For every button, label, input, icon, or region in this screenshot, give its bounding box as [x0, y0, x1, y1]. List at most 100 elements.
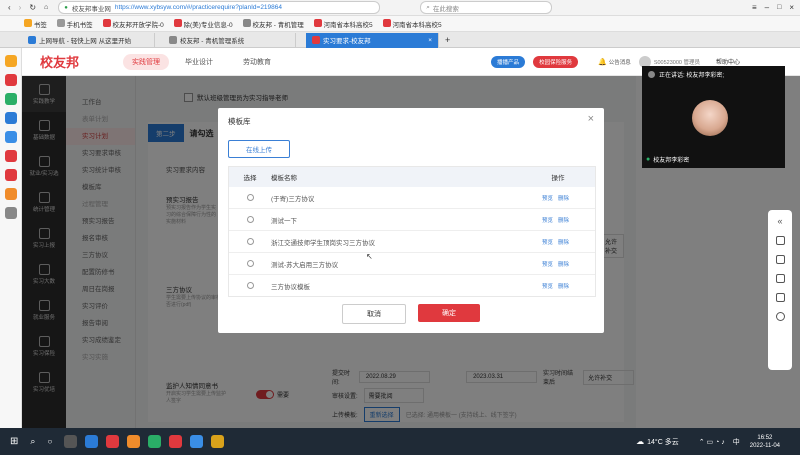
preview-link[interactable]: 预览 [542, 194, 553, 202]
taskbar-app-icon[interactable] [211, 435, 225, 448]
logo: 校友邦 [40, 55, 80, 70]
taskbar-app-icon[interactable] [169, 435, 183, 448]
home-icon[interactable]: ⌂ [44, 4, 48, 11]
template-library-modal: 模板库 × 在线上传 选择 模板名称 操作 (于寄)三方协议 预览 删除 测试一下… [218, 108, 604, 333]
weather-text[interactable]: 14°C 多云 [647, 437, 679, 447]
wechat-icon[interactable] [4, 93, 17, 105]
task-view-icon[interactable]: ○ [47, 437, 52, 446]
tab-practice-require[interactable]: 实习要求-校友邦 × [306, 32, 439, 48]
edit-icon[interactable] [775, 274, 785, 283]
forward-icon[interactable]: › [19, 3, 22, 12]
nav-labor[interactable]: 劳动教育 [243, 57, 271, 67]
tab-xyb-admin[interactable]: 校友邦 - 青机管理系统 [163, 32, 296, 48]
start-icon[interactable]: ⊞ [10, 436, 18, 447]
row-radio[interactable] [246, 282, 254, 289]
taskbar-app-icon[interactable] [85, 435, 99, 448]
clock-date: 2022-11-04 [749, 442, 780, 449]
notice-bell-icon[interactable]: 🔔 [598, 58, 607, 66]
template-name: 测试一下 [271, 217, 297, 225]
delete-link[interactable]: 删除 [558, 194, 569, 202]
table-row[interactable]: 三方协议模板 预览 删除 [229, 275, 595, 296]
nav-graduation[interactable]: 毕业设计 [185, 57, 213, 67]
bookmark-item[interactable]: 手机书签 [56, 18, 93, 29]
app-icon[interactable] [4, 207, 17, 219]
phone-icon[interactable] [775, 255, 785, 264]
preview-link[interactable]: 预览 [542, 260, 553, 268]
browser-titlebar: ‹ › ↻ ⌂ ● 校友邦事业网 https://www.xybsyw.com/… [0, 0, 800, 16]
row-radio[interactable] [246, 216, 254, 223]
tab-nav[interactable]: 上网导航 - 轻快上网 从这里开始 [22, 32, 155, 48]
headset-icon[interactable] [775, 236, 785, 245]
cancel-button[interactable]: 取消 [342, 304, 406, 324]
table-row[interactable]: 浙江交通技师学生顶岗实习三方协议 预览 删除 [229, 231, 595, 253]
row-radio[interactable] [246, 194, 254, 201]
chat-icon[interactable] [775, 293, 785, 302]
table-row[interactable]: (于寄)三方协议 预览 删除 [229, 187, 595, 209]
browser-tabs: 上网导航 - 轻快上网 从这里开始 校友邦 - 青机管理系统 实习要求-校友邦 ×… [0, 32, 800, 48]
modal-title: 模板库 [228, 117, 251, 126]
bookmark-item[interactable]: 除(美)专业信息-0 [173, 18, 233, 29]
delete-link[interactable]: 删除 [558, 282, 569, 290]
col-name: 模板名称 [271, 175, 297, 182]
user-name[interactable]: S00523000 管理员 [654, 58, 700, 66]
speaking-title: 正在讲话: 校友邦李彩密; [659, 72, 725, 79]
new-tab-icon[interactable]: + [445, 35, 450, 45]
confirm-button[interactable]: 确定 [418, 304, 480, 322]
search-icon: ⌕ [426, 3, 430, 11]
help-center[interactable]: 帮助中心 [716, 57, 740, 66]
heart-icon[interactable] [775, 312, 785, 321]
cloud-icon[interactable] [4, 131, 17, 143]
address-bar[interactable]: ● 校友邦事业网 https://www.xybsyw.com/#/practi… [58, 1, 381, 14]
nav-practice[interactable]: 实践管理 [123, 53, 170, 70]
taskbar-app-icon[interactable] [64, 435, 78, 448]
preview-link[interactable]: 预览 [542, 216, 553, 224]
right-toolbar: « [768, 210, 792, 370]
pill-products[interactable]: 播播产品 [491, 55, 526, 68]
delete-link[interactable]: 删除 [558, 260, 569, 268]
bookmark-item[interactable]: 河南省本科高校5 [382, 18, 442, 29]
tray-icons[interactable]: ⌃ ▭ ◔ ♪ [699, 438, 725, 446]
side-dock [0, 48, 22, 428]
collapse-icon[interactable]: « [768, 216, 792, 226]
bookmark-item[interactable]: 校友邦开放学院-0 [102, 18, 164, 29]
back-icon[interactable]: ‹ [8, 3, 11, 12]
notice-link[interactable]: 公告消息 [609, 58, 631, 66]
search-placeholder: 在此搜索 [432, 5, 459, 13]
pdf-icon[interactable] [4, 169, 17, 181]
delete-link[interactable]: 删除 [558, 216, 569, 224]
delete-link[interactable]: 删除 [558, 238, 569, 246]
row-radio[interactable] [246, 238, 254, 245]
search-icon[interactable]: ⌕ [30, 436, 35, 447]
close-icon[interactable]: × [789, 3, 794, 12]
preview-link[interactable]: 预览 [542, 238, 553, 246]
app-icon[interactable] [4, 74, 17, 86]
favorites-icon[interactable] [4, 55, 17, 67]
bookmark-item[interactable]: 书签 [24, 18, 47, 29]
preview-link[interactable]: 预览 [542, 282, 553, 290]
mic-icon: ● [646, 156, 651, 163]
pill-insurance[interactable]: 校园保险服务 [533, 55, 579, 68]
app-icon[interactable] [4, 188, 17, 200]
row-radio[interactable] [246, 260, 254, 267]
online-upload-button[interactable]: 在线上传 [228, 140, 290, 158]
modal-close-icon[interactable]: × [588, 113, 594, 125]
reload-icon[interactable]: ↻ [29, 3, 36, 12]
minimize-icon[interactable]: – [765, 3, 769, 12]
browser-search[interactable]: ⌕ 在此搜索 [420, 1, 553, 14]
app-icon[interactable] [4, 150, 17, 162]
bookmark-item[interactable]: 河南省本科高校5 [313, 18, 373, 29]
ime-indicator[interactable]: 中 [733, 437, 740, 447]
menu-icon[interactable]: ≡ [752, 3, 757, 12]
table-row[interactable]: 测试-苏大启用三方协议 预览 删除 [229, 253, 595, 275]
bookmark-item[interactable]: 校友邦 - 青机管理 [242, 18, 304, 29]
url-text[interactable]: https://www.xybsyw.com/#/practicerequire… [115, 4, 282, 11]
app-icon[interactable] [4, 112, 17, 124]
taskbar-app-icon[interactable] [106, 435, 120, 448]
table-row[interactable]: 测试一下 预览 删除 [229, 209, 595, 231]
wechat-icon[interactable] [148, 435, 162, 448]
taskbar-app-icon[interactable] [127, 435, 141, 448]
tab-close-icon[interactable]: × [428, 37, 432, 44]
weather-icon: ☁ [636, 437, 645, 446]
maximize-icon[interactable]: □ [777, 4, 781, 11]
taskbar-app-icon[interactable] [190, 435, 204, 448]
